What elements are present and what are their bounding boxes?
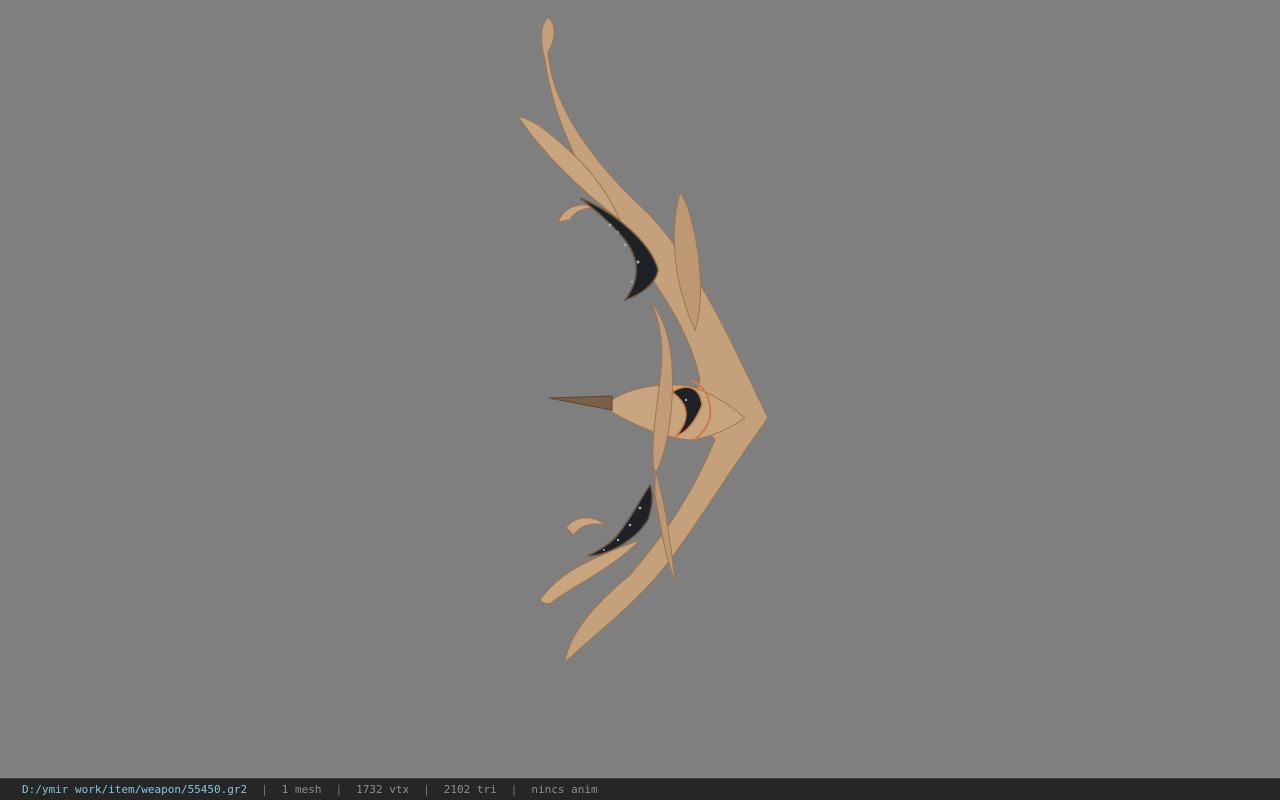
status-bar: D:/ymir work/item/weapon/55450.gr2 | 1 m… [0,778,1280,800]
separator: | [335,783,343,796]
arrow-rest-spike [548,395,613,411]
file-path: D:/ymir work/item/weapon/55450.gr2 [22,783,248,796]
mesh-count: 1 mesh [281,783,322,796]
separator: | [423,783,430,796]
animation-status: nincs anim [531,783,598,796]
triangle-count: 2102 tri [443,783,497,796]
bow-model[interactable] [0,0,1280,778]
lower-curl [565,517,607,536]
vertex-count: 1732 vtx [356,783,410,796]
separator: | [261,783,268,796]
separator: | [510,783,518,796]
3d-viewport[interactable] [0,0,1280,778]
bow-back-limb [541,17,769,664]
